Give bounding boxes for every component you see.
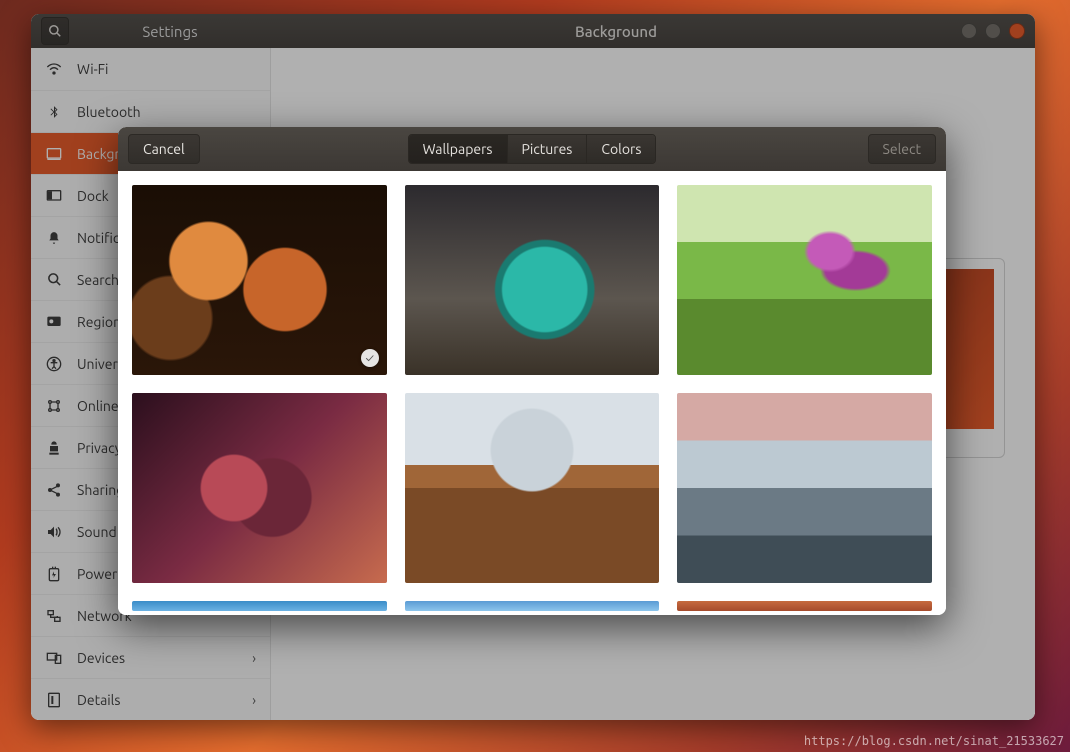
wallpaper-abstract[interactable]: [132, 393, 387, 583]
wallpaper-spices[interactable]: [132, 185, 387, 375]
wallpaper-rocks[interactable]: [405, 393, 660, 583]
dialog-header: Cancel Wallpapers Pictures Colors Select: [118, 127, 946, 171]
wallpaper-partial-2[interactable]: [405, 601, 660, 611]
cancel-button[interactable]: Cancel: [128, 134, 200, 164]
wallpaper-partial-1[interactable]: [132, 601, 387, 611]
wallpaper-dialog: Cancel Wallpapers Pictures Colors Select: [118, 127, 946, 615]
watermark: https://blog.csdn.net/sinat_21533627: [804, 734, 1064, 748]
select-button[interactable]: Select: [868, 134, 936, 164]
tab-pictures[interactable]: Pictures: [508, 135, 588, 163]
wallpaper-flower[interactable]: [677, 185, 932, 375]
wallpaper-grid: [132, 185, 932, 611]
tab-wallpapers[interactable]: Wallpapers: [409, 135, 508, 163]
wallpaper-lake[interactable]: [677, 393, 932, 583]
wallpaper-dome[interactable]: [405, 185, 660, 375]
wallpaper-partial-3[interactable]: [677, 601, 932, 611]
tab-colors[interactable]: Colors: [587, 135, 655, 163]
dialog-tabs: Wallpapers Pictures Colors: [408, 134, 657, 164]
dialog-body[interactable]: [118, 171, 946, 615]
